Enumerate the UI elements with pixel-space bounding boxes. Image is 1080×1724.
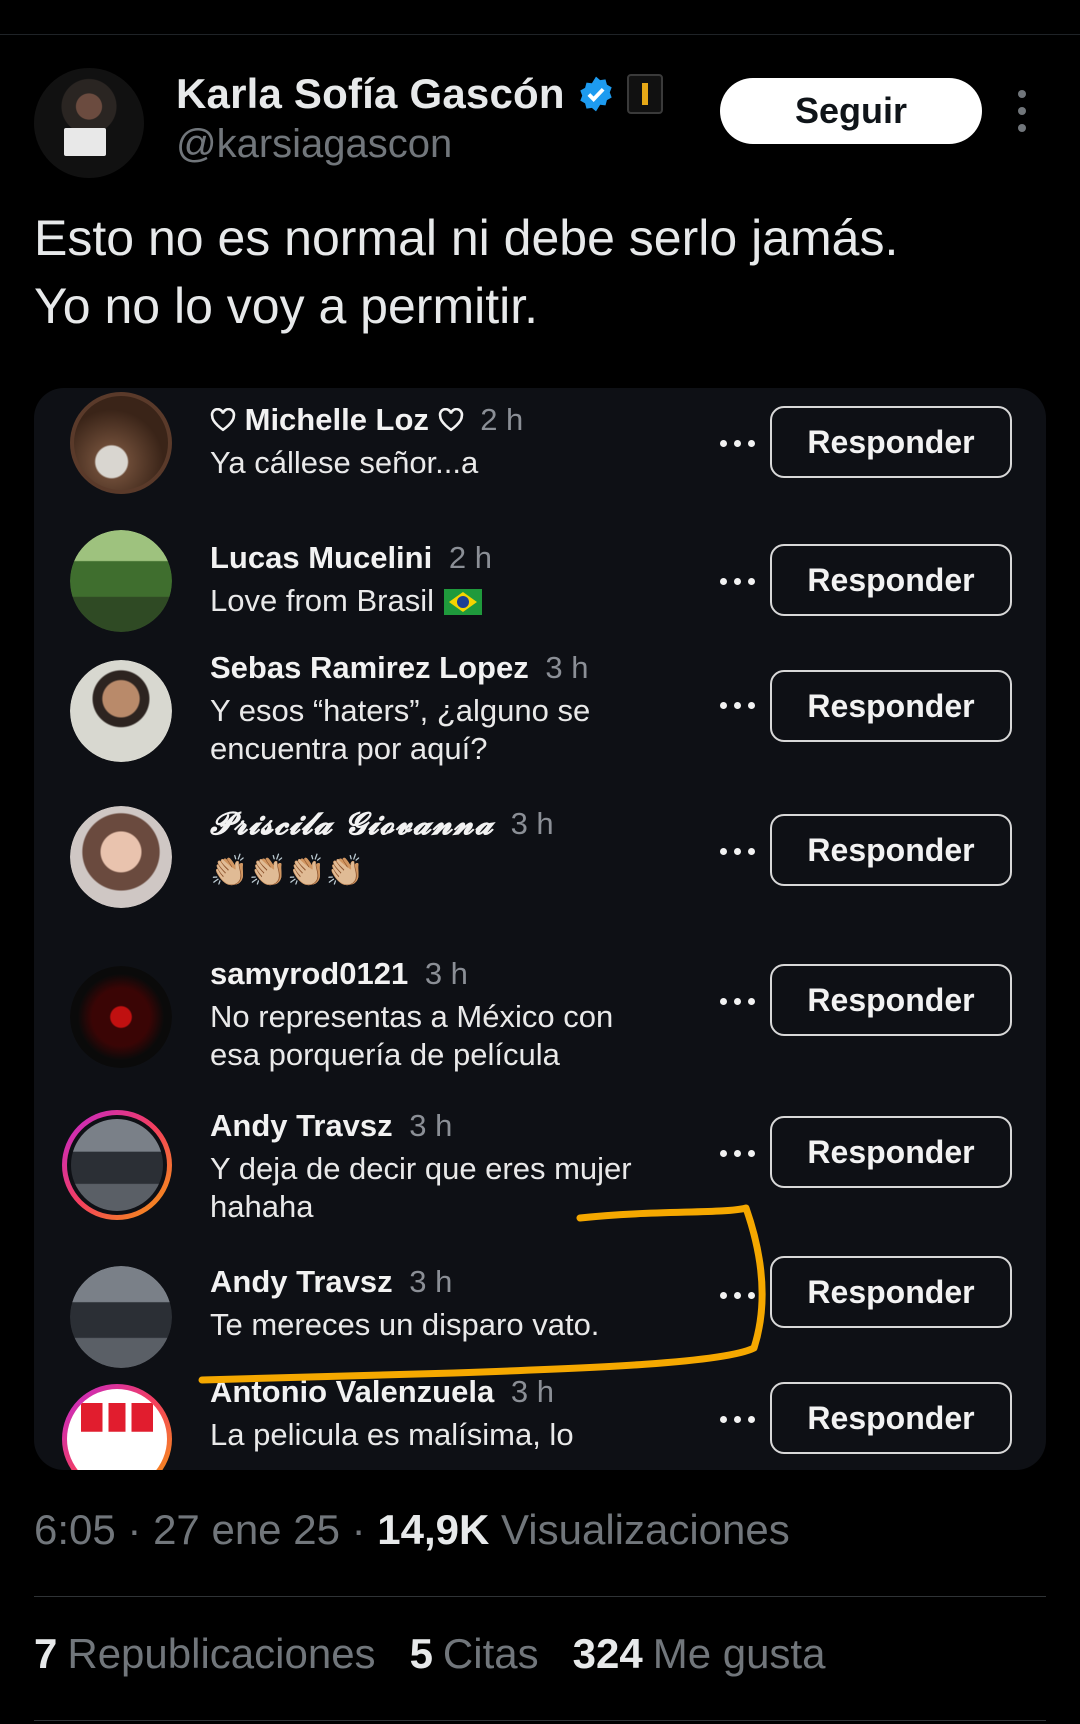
heart-icon: [210, 408, 236, 432]
comment-more-icon: [720, 702, 755, 709]
comment-header: samyrod0121 3 h: [210, 956, 468, 992]
comment-header: Andy Travsz 3 h: [210, 1264, 452, 1300]
top-divider: [0, 34, 1080, 35]
reply-button: Responder: [770, 544, 1012, 616]
comment-more-icon: [720, 848, 755, 855]
comment-header: Sebas Ramirez Lopez 3 h: [210, 650, 588, 686]
brazil-flag-icon: [443, 589, 482, 615]
comment-text: La pelicula es malísima, lo: [210, 1417, 574, 1452]
quotes-count: 5: [409, 1630, 433, 1677]
tweet-meta: 6:05 · 27 ene 25 · 14,9K Visualizaciones: [34, 1506, 790, 1553]
comment-text-content: Love from Brasil: [210, 583, 434, 618]
likes-label: Me gusta: [652, 1630, 826, 1677]
author-name[interactable]: Karla Sofía Gascón: [176, 70, 565, 118]
comment-avatar: [70, 966, 172, 1068]
reply-button: Responder: [770, 1256, 1012, 1328]
comment-text: 👏🏼👏🏼👏🏼👏🏼: [210, 853, 365, 888]
reposts-count: 7: [34, 1630, 58, 1677]
reply-button: Responder: [770, 964, 1012, 1036]
divider: [34, 1596, 1046, 1597]
comment-time: 3 h: [545, 650, 589, 685]
follow-button[interactable]: Seguir: [720, 78, 982, 144]
views-label: Visualizaciones: [501, 1506, 790, 1553]
comment-more-icon: [720, 1416, 755, 1423]
comment-author: Lucas Mucelini: [210, 540, 433, 575]
tweet-text: Esto no es normal ni debe serlo jamás. Y…: [34, 204, 1044, 340]
comment-avatar: [70, 806, 172, 908]
comment-time: 2 h: [480, 402, 524, 437]
likes-stat[interactable]: 324 Me gusta: [573, 1630, 826, 1678]
likes-count: 324: [572, 1630, 643, 1677]
reply-button: Responder: [770, 670, 1012, 742]
comment-header: Antonio Valenzuela 3 h: [210, 1374, 554, 1410]
comment-avatar: [70, 1266, 172, 1368]
heart-icon: [438, 408, 463, 432]
comment-author: Sebas Ramirez Lopez: [210, 650, 529, 685]
comment-more-icon: [720, 998, 755, 1005]
reposts-stat[interactable]: 7 Republicaciones: [34, 1630, 376, 1678]
author-name-row: Karla Sofía Gascón: [176, 70, 663, 118]
quotes-label: Citas: [442, 1630, 539, 1677]
comment-more-icon: [720, 1292, 755, 1299]
engagement-stats: 7 Republicaciones 5 Citas 324 Me gusta: [34, 1630, 825, 1678]
tweet-line: Yo no lo voy a permitir.: [34, 278, 538, 334]
comment-time: 2 h: [448, 540, 492, 575]
comment-header: 𝓟𝓻𝓲𝓼𝓬𝓲𝓵𝓪 𝓖𝓲𝓸𝓿𝓪𝓷𝓷𝓪 3 h: [210, 806, 554, 843]
comment-avatar: [62, 1384, 172, 1470]
reply-button: Responder: [770, 406, 1012, 478]
divider: [34, 1720, 1046, 1721]
comment-more-icon: [720, 440, 755, 447]
comment-author: Andy Travsz: [210, 1264, 393, 1299]
reply-button: Responder: [770, 814, 1012, 886]
reply-button: Responder: [770, 1116, 1012, 1188]
comment-avatar: [70, 530, 172, 632]
comment-avatar: [62, 1110, 172, 1220]
comment-avatar: [70, 392, 172, 494]
author-handle[interactable]: @karsiagascon: [176, 122, 452, 167]
comment-time: 3 h: [424, 956, 468, 991]
verified-badge-icon: [580, 76, 612, 112]
comment-time: 3 h: [409, 1108, 453, 1143]
comment-more-icon: [720, 1150, 755, 1157]
comment-text: Y esos “haters”, ¿alguno se encuentra po…: [210, 693, 591, 766]
comment-author: 𝓟𝓻𝓲𝓼𝓬𝓲𝓵𝓪 𝓖𝓲𝓸𝓿𝓪𝓷𝓷𝓪: [210, 806, 494, 842]
more-options-icon[interactable]: [1016, 90, 1028, 132]
quotes-stat[interactable]: 5 Citas: [410, 1630, 539, 1678]
comment-text: Ya cállese señor...a: [210, 445, 479, 480]
comment-text: Te mereces un disparo vato.: [210, 1307, 600, 1342]
comment-time: 3 h: [510, 1374, 554, 1409]
tweet-line: Esto no es normal ni debe serlo jamás.: [34, 210, 899, 266]
comment-time: 3 h: [409, 1264, 453, 1299]
comment-header: Michelle Loz 2 h: [210, 402, 523, 438]
embedded-comments-image[interactable]: Michelle Loz 2 h Ya cállese señor...a Re…: [34, 388, 1046, 1470]
comment-text: Y deja de decir que eres mujer hahaha: [210, 1151, 632, 1224]
comment-author: Antonio Valenzuela: [210, 1374, 495, 1409]
reposts-label: Republicaciones: [67, 1630, 376, 1677]
comment-header: Andy Travsz 3 h: [210, 1108, 452, 1144]
affiliation-badge-icon: [626, 74, 663, 114]
comment-more-icon: [720, 578, 755, 585]
reply-button: Responder: [770, 1382, 1012, 1454]
comment-text: Love from Brasil: [210, 582, 650, 620]
comment-author: samyrod0121: [210, 956, 409, 991]
views-count: 14,9K: [377, 1506, 490, 1553]
comment-avatar: [70, 660, 172, 762]
comment-author: Andy Travsz: [210, 1108, 393, 1143]
author-avatar[interactable]: [34, 68, 144, 178]
comment-text: No representas a México con esa porquerí…: [210, 999, 614, 1072]
tweet-time[interactable]: 6:05: [34, 1506, 116, 1553]
comment-time: 3 h: [510, 806, 554, 841]
comment-header: Lucas Mucelini 2 h: [210, 540, 492, 576]
comment-author: Michelle Loz: [244, 402, 429, 437]
tweet-date[interactable]: 27 ene 25: [153, 1506, 340, 1553]
